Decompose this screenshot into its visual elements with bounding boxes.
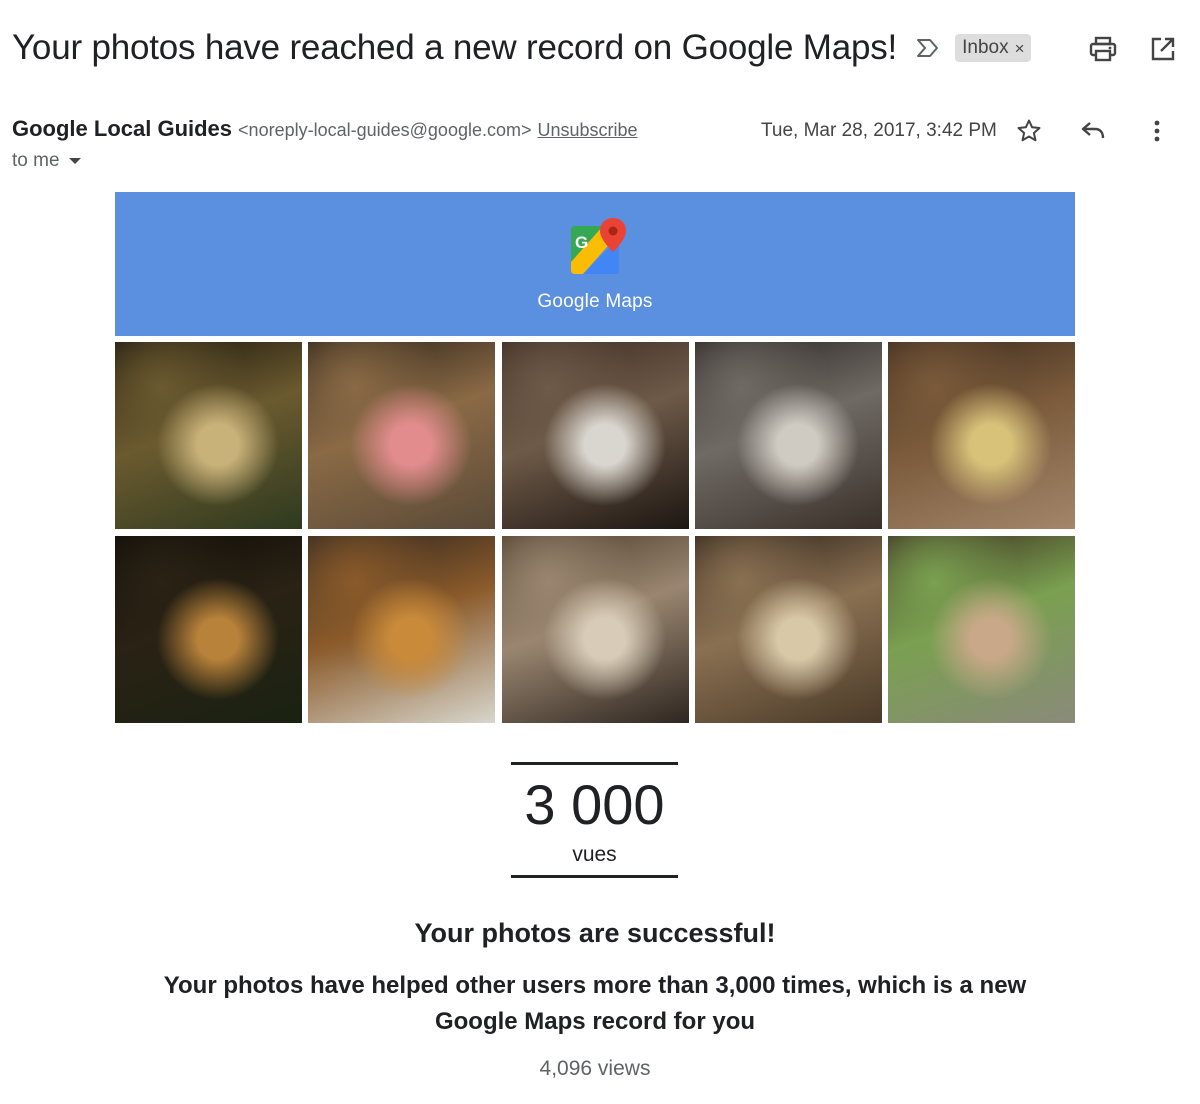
message-actions [1014,116,1172,146]
inbox-label-chip: Inbox × [955,34,1031,62]
unsubscribe-link[interactable]: Unsubscribe [538,120,638,140]
stat-label: vues [572,843,617,866]
photo-grid [115,342,1075,723]
email-subject: Your photos have reached a new record on… [12,28,898,67]
more-vert-icon[interactable] [1142,116,1172,146]
top-actions [1088,34,1178,64]
recipient-text: to me [12,150,60,171]
sender-name: Google Local Guides [12,116,233,141]
email-body: G Google Maps [115,192,1075,723]
open-new-window-icon[interactable] [1148,34,1178,64]
svg-text:G: G [575,233,588,252]
photo-bar-cocktail[interactable] [308,342,496,529]
views-count: 4,096 views [539,1057,651,1080]
stat-number: 3 000 [524,773,665,836]
photo-restaurant-interior[interactable] [501,536,689,723]
recipient-row[interactable]: to me [12,150,82,172]
photo-beer-glass[interactable] [888,342,1075,529]
google-maps-logo: G [563,216,627,285]
sender-row: Google Local Guides <noreply-local-guides… [12,116,1180,148]
stat-box: 3 000 vues [511,762,678,878]
photo-gyoza-plate[interactable] [694,536,882,723]
photo-dessert-cup[interactable] [501,342,689,529]
headline: Your photos are successful! [414,918,776,948]
print-icon[interactable] [1088,34,1118,64]
reply-icon[interactable] [1078,116,1108,146]
remove-label-icon[interactable]: × [1015,40,1025,57]
banner-title: Google Maps [537,290,653,312]
importance-icon[interactable] [915,35,941,61]
sender-email: <noreply-local-guides@google.com> [238,120,532,140]
photo-karaage-plate[interactable] [888,536,1075,723]
photo-fried-cutlets[interactable] [308,536,496,723]
photo-hibiki-bottle[interactable] [694,342,882,529]
email-date: Tue, Mar 28, 2017, 3:42 PM [761,120,997,141]
photo-dark-lanterns[interactable] [115,536,302,723]
dropdown-arrow-icon[interactable] [68,150,82,172]
photo-lanterns-greenery[interactable] [115,342,302,529]
subject-row: Your photos have reached a new record on… [12,22,1180,74]
google-maps-banner: G Google Maps [115,192,1075,336]
body-text: Your photos have helped other users more… [163,972,1027,1035]
star-icon[interactable] [1014,116,1044,146]
inbox-label-text: Inbox [962,37,1009,58]
